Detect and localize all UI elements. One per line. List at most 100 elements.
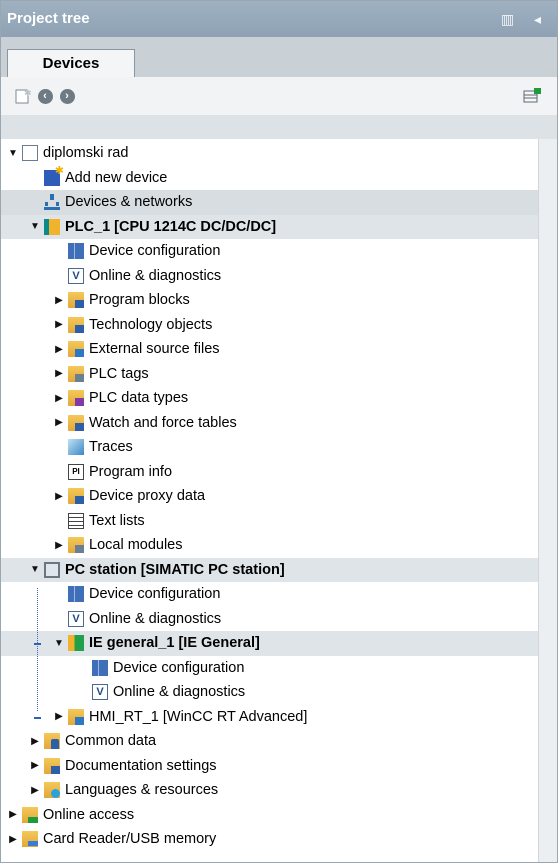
tree-connector-mark: [34, 716, 41, 719]
panel-title-bar: Project tree ▥ ◂: [1, 1, 557, 37]
doc-icon: [22, 145, 38, 162]
cfg-icon: [92, 659, 108, 676]
tree-item[interactable]: Device configuration: [1, 656, 538, 681]
expand-arrow-icon[interactable]: ▶: [53, 417, 65, 429]
tree-item[interactable]: ▶ Online access: [1, 803, 538, 828]
tree-connector-line: [37, 588, 39, 711]
tree-item[interactable]: ▼ PC station [SIMATIC PC station]: [1, 557, 538, 582]
expand-arrow-icon[interactable]: ▶: [53, 539, 65, 551]
expand-arrow-icon[interactable]: ▶: [29, 735, 41, 747]
tree-item-label: Text lists: [89, 512, 145, 529]
tree-item-label: Documentation settings: [65, 757, 217, 774]
tree-item-label: Device configuration: [113, 659, 245, 676]
expand-arrow-icon[interactable]: ▶: [29, 784, 41, 796]
expand-arrow-icon[interactable]: ▶: [7, 809, 19, 821]
folder-icon: [68, 414, 84, 431]
folder-icon: [44, 757, 60, 774]
collapse-arrow-icon[interactable]: ▼: [29, 564, 41, 576]
tree-item[interactable]: ▶ Documentation settings: [1, 754, 538, 779]
tree-item[interactable]: ▶ Common data: [1, 729, 538, 754]
tree-item-label: Device proxy data: [89, 488, 206, 505]
tree-item-label: Program blocks: [89, 292, 190, 309]
expand-arrow-icon[interactable]: ▶: [53, 319, 65, 331]
tree-item[interactable]: ▶ HMI_RT_1 [WinCC RT Advanced]: [1, 705, 538, 730]
tree-item[interactable]: ▶ Languages & resources: [1, 778, 538, 803]
tree-item[interactable]: ▶ External source files: [1, 337, 538, 362]
tree-header-strip: [1, 115, 557, 140]
pc-icon: [44, 561, 60, 578]
expand-arrow-icon[interactable]: ▶: [53, 294, 65, 306]
expand-arrow-icon[interactable]: ▶: [53, 711, 65, 723]
collapse-arrow-icon[interactable]: ▼: [53, 637, 65, 649]
view-options-icon[interactable]: [523, 86, 543, 106]
lang-icon: [44, 782, 60, 799]
tab-devices[interactable]: Devices: [7, 49, 135, 78]
online-icon: [22, 806, 38, 823]
tree-item[interactable]: PI Program info: [1, 460, 538, 485]
tree-item-label: PLC tags: [89, 365, 149, 382]
new-item-icon[interactable]: ✱: [13, 86, 33, 106]
tree-item[interactable]: Text lists: [1, 509, 538, 534]
diag-icon: V: [68, 267, 84, 284]
collapse-arrow-icon[interactable]: ▼: [29, 221, 41, 233]
tree-item[interactable]: ▶ Program blocks: [1, 288, 538, 313]
tree-item-label: Card Reader/USB memory: [43, 831, 217, 848]
tree-item[interactable]: V Online & diagnostics: [1, 264, 538, 289]
expand-arrow-icon[interactable]: ▶: [7, 833, 19, 845]
back-icon[interactable]: ‹: [35, 86, 55, 106]
tree-item-label: Online & diagnostics: [89, 267, 222, 284]
tree-item[interactable]: ▶ Card Reader/USB memory: [1, 827, 538, 852]
folder-icon: [68, 488, 84, 505]
tree-item[interactable]: Traces: [1, 435, 538, 460]
tree-item-label: Common data: [65, 733, 157, 750]
common-icon: [44, 733, 60, 750]
tree-item[interactable]: ▼ diplomski rad: [1, 141, 538, 166]
tree-item[interactable]: V Online & diagnostics: [1, 680, 538, 705]
plc-icon: [44, 218, 60, 235]
tree-item-label: Online & diagnostics: [89, 610, 222, 627]
tree-item[interactable]: Device configuration: [1, 239, 538, 264]
tree-item[interactable]: ▼ IE general_1 [IE General]: [1, 631, 538, 656]
tree-item-label: Local modules: [89, 537, 183, 554]
tree-item[interactable]: ▶ Local modules: [1, 533, 538, 558]
expand-arrow-icon[interactable]: ▶: [29, 760, 41, 772]
tree-item[interactable]: V Online & diagnostics: [1, 607, 538, 632]
vertical-scrollbar[interactable]: [538, 139, 557, 862]
tree-item-label: Devices & networks: [65, 194, 193, 211]
tab-strip: Devices: [1, 37, 557, 78]
folder-icon: [68, 390, 84, 407]
card-icon: [22, 831, 38, 848]
expand-arrow-icon[interactable]: ▶: [53, 343, 65, 355]
panel-window-controls[interactable]: ▥ ◂: [501, 1, 549, 37]
tree-item[interactable]: ▶ PLC tags: [1, 362, 538, 387]
tree-connector-mark: [34, 643, 41, 645]
collapse-arrow-icon[interactable]: ▼: [7, 147, 19, 159]
trace-icon: [68, 439, 84, 456]
tree-item-label: Program info: [89, 463, 173, 480]
expand-arrow-icon[interactable]: ▶: [53, 368, 65, 380]
tree-item-label: PC station [SIMATIC PC station]: [65, 561, 285, 578]
tree-item[interactable]: ▶ Technology objects: [1, 313, 538, 338]
forward-icon[interactable]: ›: [57, 86, 77, 106]
folder-icon: [68, 292, 84, 309]
tree-item[interactable]: ▼ PLC_1 [CPU 1214C DC/DC/DC]: [1, 214, 538, 239]
tree-item[interactable]: ▶ Device proxy data: [1, 484, 538, 509]
tree-item[interactable]: ▶ Watch and force tables: [1, 411, 538, 436]
text-icon: [68, 512, 84, 529]
project-tree-panel: Project tree ▥ ◂ Devices ✱ ‹ › ▼ diplomsk…: [0, 0, 558, 863]
tree-item[interactable]: Add new device: [1, 164, 538, 191]
folder-icon: [68, 316, 84, 333]
tree-item[interactable]: Devices & networks: [1, 190, 538, 215]
tree-item-label: Device configuration: [89, 586, 221, 603]
tree-item[interactable]: ▶ PLC data types: [1, 386, 538, 411]
expand-arrow-icon[interactable]: ▶: [53, 490, 65, 502]
expand-arrow-icon[interactable]: ▶: [53, 392, 65, 404]
tree-item[interactable]: Device configuration: [1, 582, 538, 607]
